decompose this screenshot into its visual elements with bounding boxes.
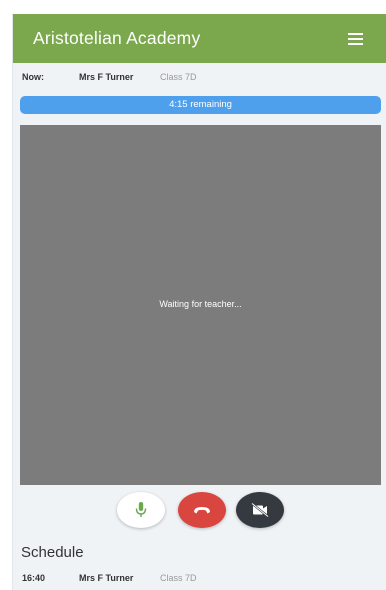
- mic-button[interactable]: [117, 492, 165, 528]
- camera-off-button[interactable]: [236, 492, 284, 528]
- schedule-title: Schedule: [21, 544, 84, 561]
- phone-hangup-icon: [194, 507, 210, 514]
- hangup-button[interactable]: [178, 492, 226, 528]
- schedule-class-name: Class 7D: [160, 573, 197, 583]
- video-area: Waiting for teacher...: [20, 125, 381, 485]
- app-title: Aristotelian Academy: [33, 28, 201, 48]
- waiting-status: Waiting for teacher...: [159, 299, 242, 309]
- time-remaining-bar: 4:15 remaining: [20, 96, 381, 114]
- now-class-name: Class 7D: [160, 72, 197, 82]
- app-frame: Aristotelian Academy Now: Mrs F Turner C…: [12, 14, 386, 590]
- schedule-row[interactable]: 16:40 Mrs F Turner Class 7D: [13, 572, 386, 588]
- schedule-teacher-name: Mrs F Turner: [79, 573, 134, 583]
- now-teacher-name: Mrs F Turner: [79, 72, 134, 82]
- now-row: Now: Mrs F Turner Class 7D: [13, 70, 386, 86]
- now-label: Now:: [22, 72, 44, 82]
- app-header: Aristotelian Academy: [13, 14, 386, 63]
- hamburger-menu-icon[interactable]: [347, 32, 365, 46]
- schedule-time: 16:40: [22, 573, 46, 583]
- microphone-icon: [135, 502, 147, 517]
- camera-off-icon: [251, 502, 269, 518]
